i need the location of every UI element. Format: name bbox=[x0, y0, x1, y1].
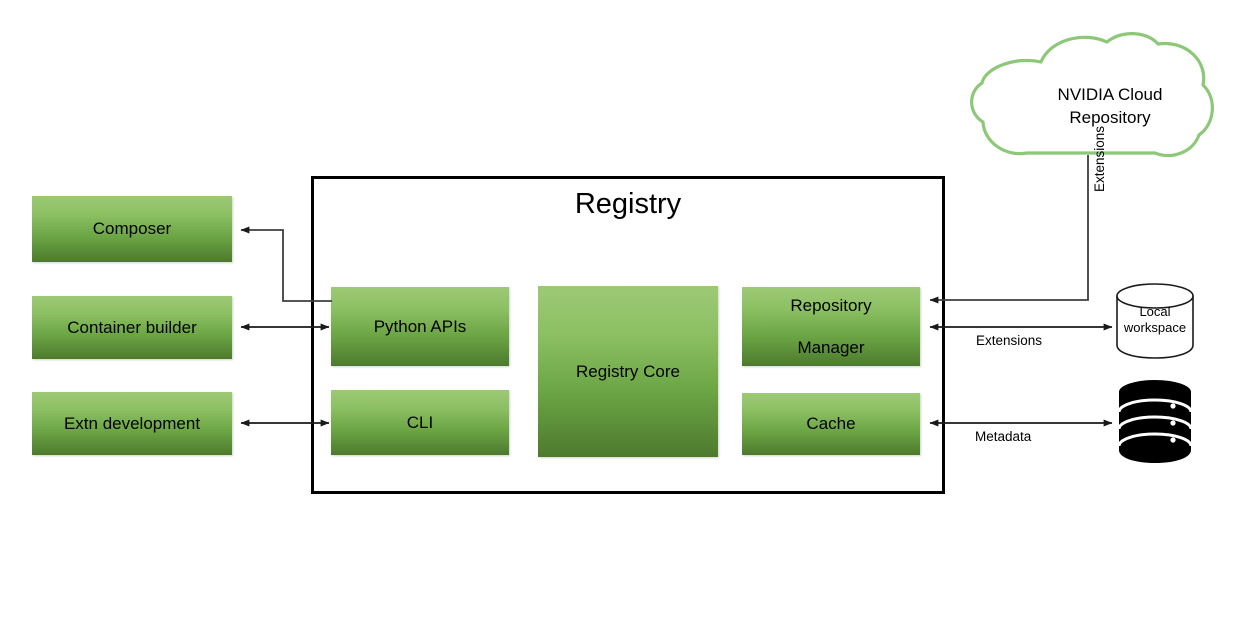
node-repository-manager-label-line1: Repository bbox=[790, 295, 872, 315]
nvidia-cloud-label: NVIDIA Cloud Repository bbox=[1005, 84, 1215, 129]
node-python-apis[interactable]: Python APIs bbox=[331, 287, 509, 366]
edge-label-cloud-extensions: Extensions bbox=[1092, 125, 1107, 192]
node-registry-core[interactable]: Registry Core bbox=[538, 286, 718, 457]
node-composer-label: Composer bbox=[92, 219, 172, 239]
local-workspace-label-line2: workspace bbox=[1123, 319, 1187, 335]
node-registry-core-label: Registry Core bbox=[576, 361, 680, 381]
node-extn-development-label: Extn development bbox=[63, 413, 201, 433]
edge-label-workspace-extensions: Extensions bbox=[976, 333, 1043, 348]
node-cache[interactable]: Cache bbox=[742, 393, 920, 455]
database-stack-icon bbox=[1117, 380, 1193, 463]
connector-cloud-to-repository-manager bbox=[929, 155, 1089, 304]
local-workspace-label: Local workspace bbox=[1112, 304, 1198, 335]
node-cli-label: CLI bbox=[406, 412, 434, 432]
registry-panel-title: Registry bbox=[574, 188, 682, 220]
edge-label-metadata: Metadata bbox=[975, 429, 1032, 444]
node-composer[interactable]: Composer bbox=[32, 196, 232, 262]
nvidia-cloud-label-line1: NVIDIA Cloud bbox=[1057, 85, 1163, 104]
node-container-builder[interactable]: Container builder bbox=[32, 296, 232, 359]
node-repository-manager[interactable]: Repository Manager bbox=[742, 287, 920, 366]
node-container-builder-label: Container builder bbox=[67, 317, 197, 337]
local-workspace-label-line1: Local bbox=[1139, 304, 1171, 319]
node-cli[interactable]: CLI bbox=[331, 390, 509, 455]
node-cache-label: Cache bbox=[806, 414, 856, 434]
node-extn-development[interactable]: Extn development bbox=[32, 392, 232, 455]
node-repository-manager-label-line2: Manager bbox=[797, 338, 865, 358]
nvidia-cloud-label-line2: Repository bbox=[1069, 107, 1151, 127]
node-repository-manager-label: Repository Manager bbox=[778, 295, 883, 359]
diagram-canvas: Composer Container builder Extn developm… bbox=[0, 0, 1240, 621]
node-python-apis-label: Python APIs bbox=[373, 316, 467, 336]
